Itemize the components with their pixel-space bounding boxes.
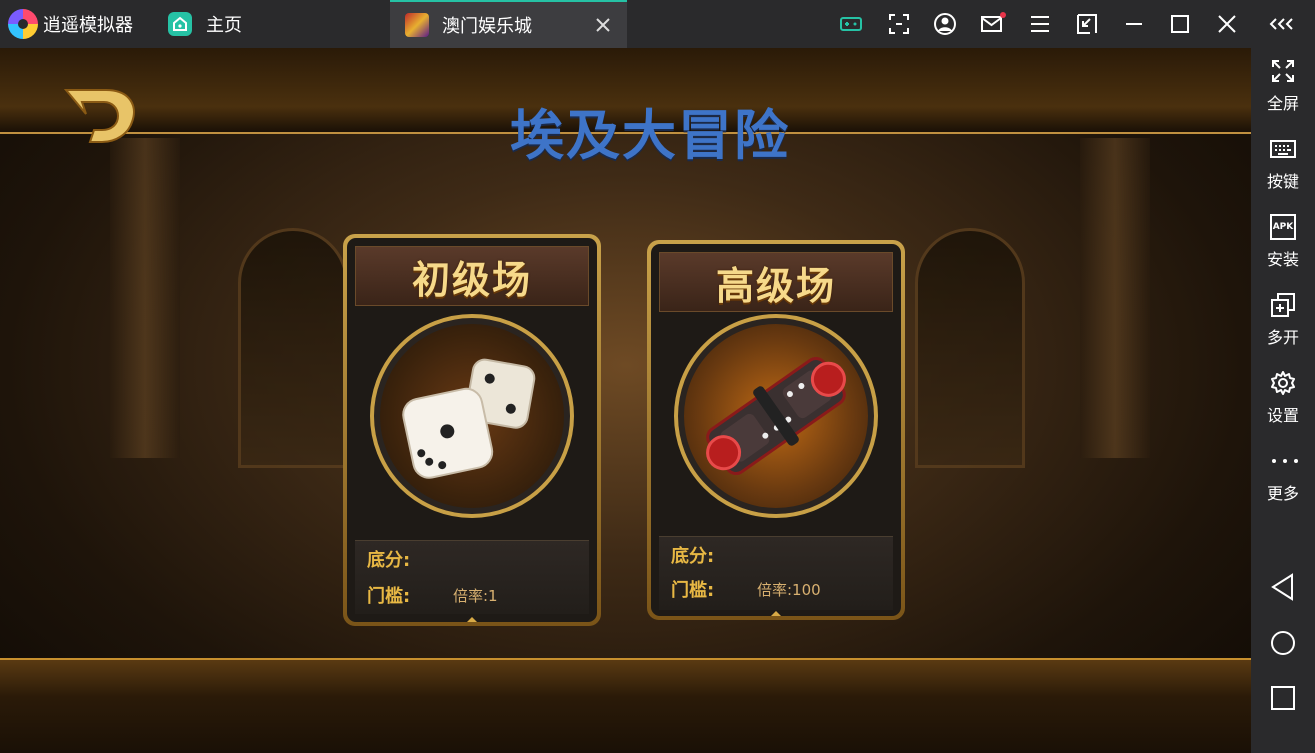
minimize-icon[interactable] — [1122, 12, 1146, 36]
red-dice-icon — [674, 314, 878, 518]
sidebar-keymap-button[interactable]: 按键 — [1251, 136, 1315, 196]
keyboard-icon — [1270, 136, 1296, 162]
room-info: 底分: 门槛: 倍率:1 — [355, 540, 589, 614]
sidebar-label: 设置 — [1266, 406, 1299, 425]
sidebar-settings-button[interactable]: 设置 — [1251, 370, 1315, 430]
menu-icon[interactable] — [1028, 12, 1052, 36]
back-button[interactable] — [60, 86, 140, 148]
brand-logo-icon — [8, 9, 38, 39]
room-card-body: 初级场 底分: 门槛: 倍率:1 — [347, 238, 597, 622]
tab-close-icon[interactable] — [593, 15, 613, 35]
tab-home-label: 主页 — [206, 15, 242, 36]
base-score-label: 底分: — [367, 550, 411, 571]
brand: 逍遥模拟器 — [8, 9, 133, 39]
sidebar-label: 按键 — [1266, 172, 1299, 191]
collapse-sidebar-icon[interactable] — [1268, 12, 1298, 36]
base-score-row: 底分: — [671, 541, 714, 569]
background-arch — [915, 228, 1025, 468]
emulator-sidebar: 全屏 按键 APK 安装 多开 设置 更多 — [1251, 48, 1315, 753]
threshold-row: 门槛: 倍率:100 — [671, 575, 891, 603]
sidebar-label: 多开 — [1266, 328, 1299, 347]
gear-icon — [1270, 370, 1296, 396]
game-title: 埃及大冒险 — [510, 104, 790, 167]
threshold-value: 倍率:100 — [757, 580, 821, 599]
bottom-banner — [0, 658, 1251, 753]
background-arch — [238, 228, 348, 468]
room-info: 底分: 门槛: 倍率:100 — [659, 536, 893, 610]
sidebar-label: 更多 — [1266, 484, 1299, 503]
android-back-icon[interactable] — [1268, 572, 1298, 602]
room-name: 高级场 — [715, 263, 836, 308]
multi-instance-icon — [1270, 292, 1296, 318]
more-icon — [1270, 448, 1298, 474]
sidebar-fullscreen-button[interactable]: 全屏 — [1251, 58, 1315, 118]
android-recents-icon[interactable] — [1268, 683, 1298, 713]
card-notch — [463, 617, 481, 622]
tab-game-label: 澳门娱乐城 — [442, 16, 532, 37]
room-card-header: 高级场 — [659, 252, 893, 312]
fullscreen-icon — [1270, 58, 1296, 84]
room-card-beginner[interactable]: 初级场 底分: 门槛: 倍率:1 — [343, 234, 601, 626]
emulator-window: 逍遥模拟器 主页 澳门娱乐城 埃及大冒险 初级场 底分: 门槛: 倍率:1 高级… — [0, 0, 1315, 753]
close-icon[interactable] — [1215, 12, 1239, 36]
background-pillar — [110, 138, 180, 458]
gamepad-icon[interactable] — [839, 12, 863, 36]
room-name: 初级场 — [411, 257, 532, 302]
card-notch — [767, 611, 785, 616]
room-card-header: 初级场 — [355, 246, 589, 306]
tab-home[interactable]: 主页 — [168, 12, 242, 36]
sidebar-label: 全屏 — [1266, 94, 1299, 113]
title-bar: 逍遥模拟器 主页 澳门娱乐城 — [0, 0, 1315, 48]
account-icon[interactable] — [933, 12, 957, 36]
screenshot-icon[interactable] — [887, 12, 911, 36]
minimize-to-side-icon[interactable] — [1075, 12, 1099, 36]
apk-icon-text: APK — [1272, 222, 1294, 232]
room-card-body: 高级场 底分: 门槛: 倍率:100 — [651, 244, 901, 616]
apk-install-icon: APK — [1270, 214, 1296, 240]
sidebar-label: 安装 — [1266, 250, 1299, 269]
threshold-label: 门槛: — [367, 586, 411, 607]
background-pillar — [1080, 138, 1150, 458]
android-home-icon[interactable] — [1268, 628, 1298, 658]
room-card-advanced[interactable]: 高级场 底分: 门槛: 倍率:100 — [647, 240, 905, 620]
mail-icon[interactable] — [980, 12, 1006, 36]
threshold-row: 门槛: 倍率:1 — [367, 581, 587, 609]
sidebar-install-button[interactable]: APK 安装 — [1251, 214, 1315, 274]
base-score-label: 底分: — [671, 546, 715, 567]
tab-game[interactable]: 澳门娱乐城 — [390, 0, 627, 48]
home-icon — [168, 12, 192, 36]
brand-name: 逍遥模拟器 — [43, 15, 133, 36]
base-score-row: 底分: — [367, 545, 410, 573]
white-dice-icon — [370, 314, 574, 518]
sidebar-more-button[interactable]: 更多 — [1251, 448, 1315, 508]
sidebar-multi-instance-button[interactable]: 多开 — [1251, 292, 1315, 352]
game-screen: 埃及大冒险 初级场 底分: 门槛: 倍率:1 高级场 底分: 门槛: 倍率:10… — [0, 48, 1251, 753]
maximize-icon[interactable] — [1168, 12, 1192, 36]
threshold-label: 门槛: — [671, 580, 715, 601]
threshold-value: 倍率:1 — [453, 586, 498, 605]
game-app-icon — [405, 13, 429, 37]
